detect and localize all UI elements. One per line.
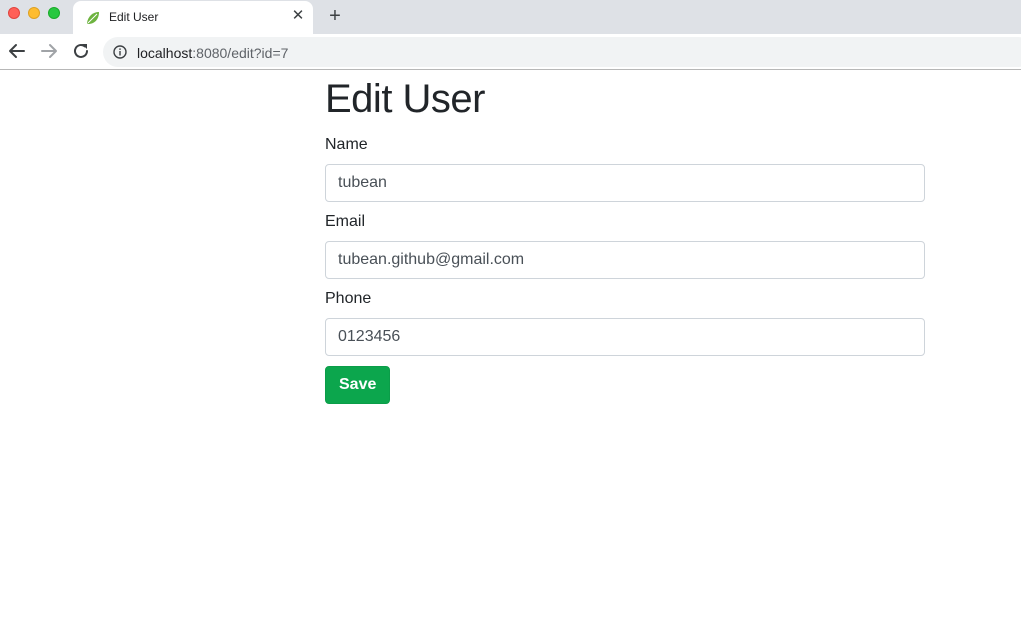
back-arrow-icon[interactable] <box>8 42 26 60</box>
name-label: Name <box>325 136 368 153</box>
spring-leaf-icon <box>87 12 99 24</box>
info-icon[interactable] <box>113 45 127 59</box>
save-button[interactable]: Save <box>325 366 391 404</box>
phone-label: Phone <box>325 290 372 307</box>
browser-tab-bar: Edit User ✕ + <box>0 0 1021 34</box>
url-path: :8080/edit?id=7 <box>192 45 289 61</box>
browser-tab[interactable]: Edit User ✕ <box>73 1 313 34</box>
new-tab-button[interactable]: + <box>325 6 345 26</box>
phone-field[interactable] <box>325 318 925 356</box>
url-text[interactable]: localhost:8080/edit?id=7 <box>137 45 288 61</box>
email-label: Email <box>325 213 366 230</box>
name-field[interactable] <box>325 164 925 202</box>
page-title: Edit User <box>325 77 486 121</box>
address-bar[interactable]: localhost:8080/edit?id=7 <box>103 37 1021 67</box>
window-minimize-button[interactable] <box>28 7 40 19</box>
forward-arrow-icon[interactable] <box>40 42 58 60</box>
browser-toolbar: localhost:8080/edit?id=7 <box>0 34 1021 70</box>
edit-user-form: Edit User Name Email Phone Save <box>325 71 925 404</box>
url-host: localhost <box>137 45 193 61</box>
email-field[interactable] <box>325 241 925 279</box>
reload-icon[interactable] <box>72 42 90 60</box>
window-maximize-button[interactable] <box>48 7 60 19</box>
tab-close-icon[interactable]: ✕ <box>290 8 306 24</box>
tab-title: Edit User <box>109 10 159 24</box>
window-close-button[interactable] <box>8 7 20 19</box>
